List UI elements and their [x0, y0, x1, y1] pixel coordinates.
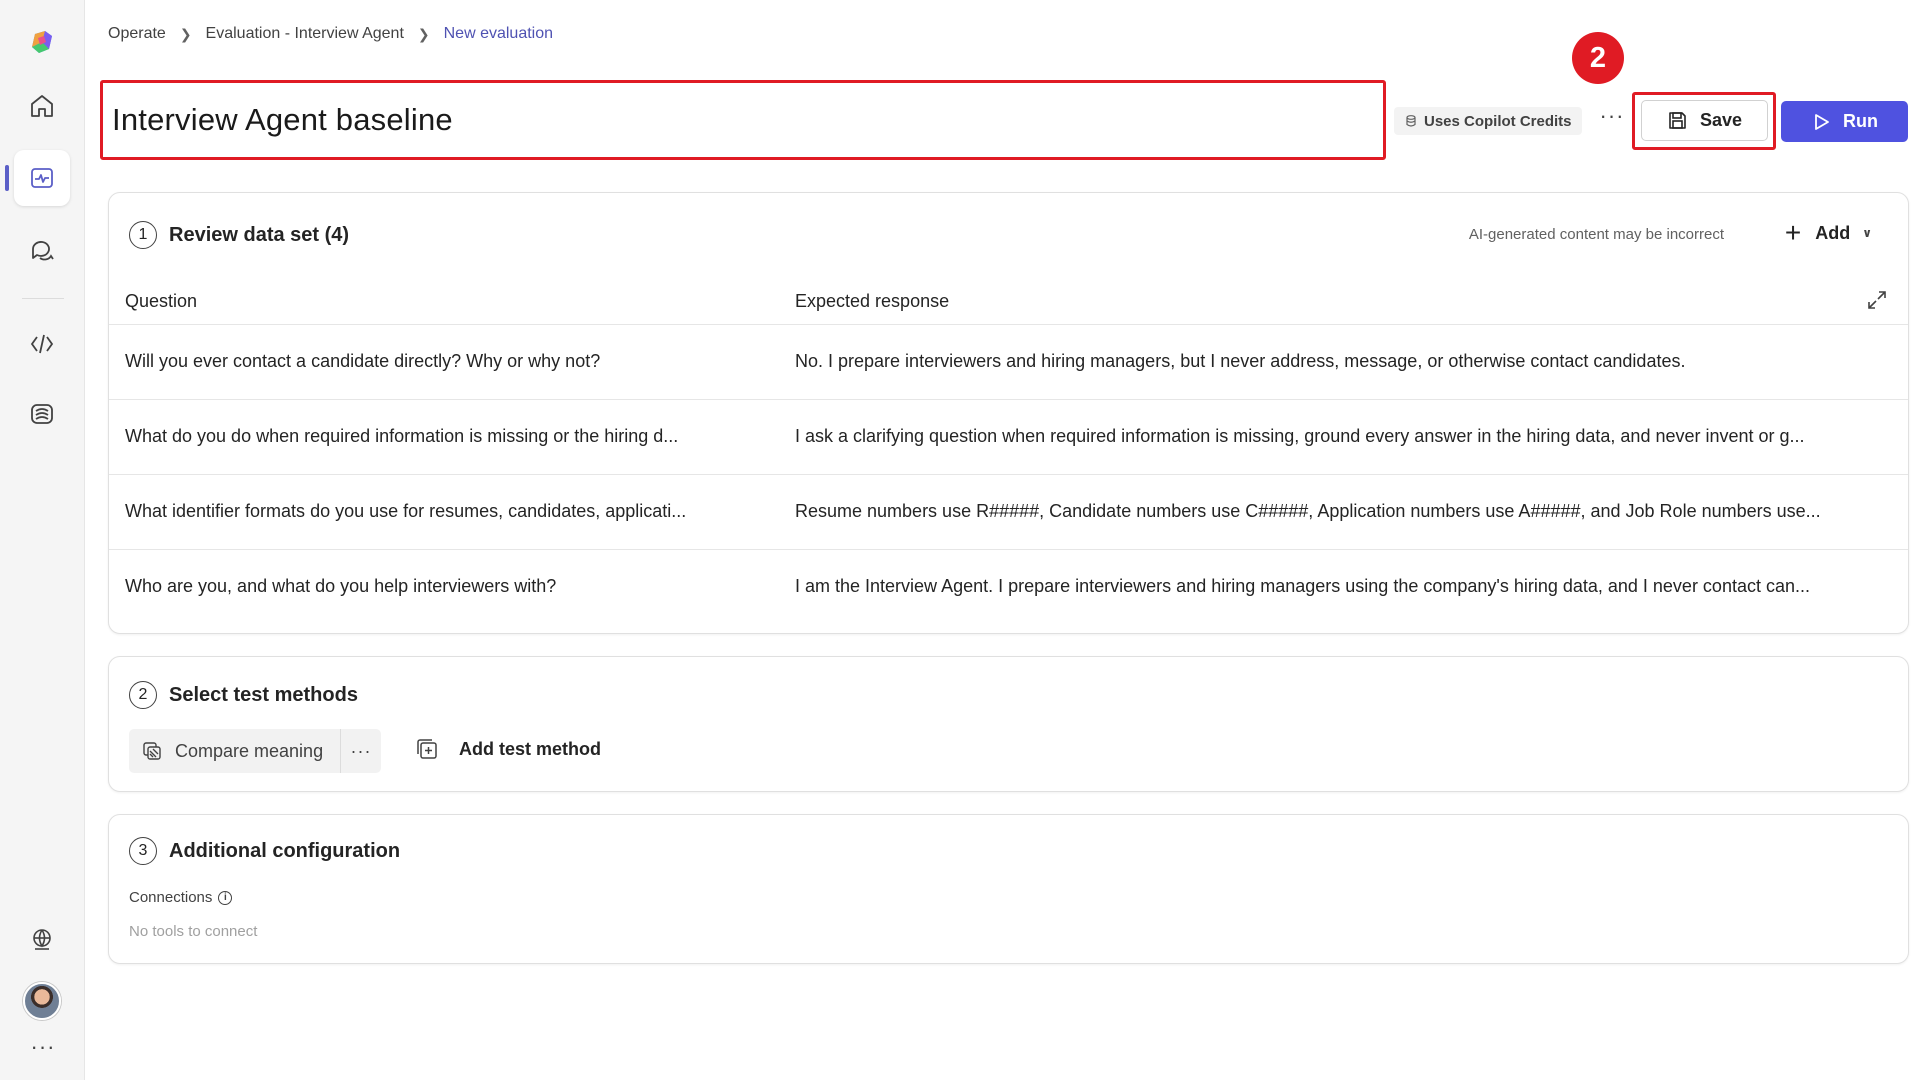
knowledge-icon[interactable] [14, 386, 70, 442]
run-label: Run [1843, 111, 1878, 131]
question-cell: Will you ever contact a candidate direct… [125, 351, 601, 371]
add-button[interactable]: + Add ∨ [1785, 219, 1872, 247]
chevron-down-icon: ∨ [1862, 226, 1872, 240]
add-label: Add [1815, 222, 1851, 243]
info-icon[interactable]: i [218, 890, 233, 905]
table-row[interactable]: Will you ever contact a candidate direct… [109, 325, 1908, 400]
copilot-logo-icon[interactable] [14, 14, 70, 70]
save-button[interactable]: Save [1641, 100, 1768, 141]
method-name: Compare meaning [175, 740, 324, 761]
table-header: Question Expected response [109, 277, 1908, 325]
active-indicator [5, 165, 9, 191]
ai-disclaimer: AI-generated content may be incorrect [1468, 226, 1724, 243]
chevron-right-icon: ❯ [179, 25, 192, 42]
section-header: 1 Review data set (4) [129, 221, 349, 249]
section-title: Additional configuration [169, 839, 401, 862]
compare-meaning-label[interactable]: Compare meaning [129, 729, 341, 773]
section-title: Review data set (4) [169, 223, 350, 246]
more-options-button[interactable]: ··· [1598, 105, 1626, 134]
response-cell: Resume numbers use R#####, Candidate num… [795, 501, 1821, 521]
test-methods-card: 2 Select test methods Compare meaning ··… [108, 656, 1909, 792]
step-number: 2 [129, 681, 157, 709]
page-title[interactable]: Interview Agent baseline [112, 102, 453, 138]
response-cell: No. I prepare interviewers and hiring ma… [795, 351, 1686, 371]
breadcrumb-evaluation[interactable]: Evaluation - Interview Agent [206, 25, 404, 43]
response-cell: I ask a clarifying question when require… [795, 426, 1805, 446]
rail-divider [22, 298, 64, 299]
chat-icon[interactable] [14, 222, 70, 278]
avatar[interactable] [23, 982, 61, 1020]
run-button[interactable]: Run [1781, 101, 1908, 142]
left-rail: ··· [0, 0, 85, 1080]
question-cell: Who are you, and what do you help interv… [125, 576, 557, 596]
coins-icon [1406, 115, 1416, 127]
column-header-question: Question [125, 291, 198, 311]
response-cell: I am the Interview Agent. I prepare inte… [795, 576, 1810, 596]
step-badge: 2 [1572, 32, 1624, 84]
question-cell: What identifier formats do you use for r… [125, 501, 687, 521]
step-number: 3 [129, 837, 157, 865]
more-icon[interactable]: ··· [28, 1036, 58, 1058]
credits-label: Uses Copilot Credits [1424, 112, 1572, 130]
compare-meaning-icon [143, 742, 161, 760]
chevron-right-icon: ❯ [417, 25, 430, 42]
add-square-icon [417, 739, 437, 759]
compare-meaning-chip[interactable]: Compare meaning ··· [129, 729, 381, 773]
column-header-expected-response: Expected response [795, 291, 950, 311]
copilot-credits-badge: Uses Copilot Credits [1394, 107, 1582, 135]
save-icon [1669, 112, 1686, 129]
no-tools-text: No tools to connect [129, 923, 258, 940]
title-highlight[interactable]: Interview Agent baseline [100, 80, 1386, 160]
play-icon [1815, 113, 1829, 130]
table-row[interactable]: What do you do when required information… [109, 400, 1908, 475]
plus-icon: + [1784, 217, 1802, 248]
save-label: Save [1699, 110, 1743, 130]
home-icon[interactable] [14, 78, 70, 134]
additional-config-card: 3 Additional configuration Connections i… [108, 814, 1909, 964]
add-test-method-button[interactable]: Add test method [415, 737, 601, 761]
method-more-button[interactable]: ··· [341, 741, 381, 762]
connections-label: Connections i [129, 889, 233, 906]
table-row[interactable]: Who are you, and what do you help interv… [109, 550, 1908, 625]
add-test-method-label: Add test method [459, 738, 601, 759]
breadcrumb-current[interactable]: New evaluation [444, 25, 553, 43]
monitor-icon[interactable] [14, 150, 70, 206]
table-row[interactable]: What identifier formats do you use for r… [109, 475, 1908, 550]
breadcrumb-operate[interactable]: Operate [108, 25, 166, 43]
section-title: Select test methods [169, 683, 358, 706]
connections-text: Connections [129, 889, 213, 906]
question-cell: What do you do when required information… [125, 426, 679, 446]
expand-icon[interactable] [1866, 289, 1888, 311]
review-dataset-card: 1 Review data set (4) AI-generated conte… [108, 192, 1909, 634]
section-header: 2 Select test methods [129, 681, 358, 709]
breadcrumb: Operate ❯ Evaluation - Interview Agent ❯… [108, 22, 553, 46]
section-header: 3 Additional configuration [129, 837, 400, 865]
step-number: 1 [129, 221, 157, 249]
globe-icon[interactable] [14, 912, 70, 968]
code-icon[interactable] [14, 316, 70, 372]
